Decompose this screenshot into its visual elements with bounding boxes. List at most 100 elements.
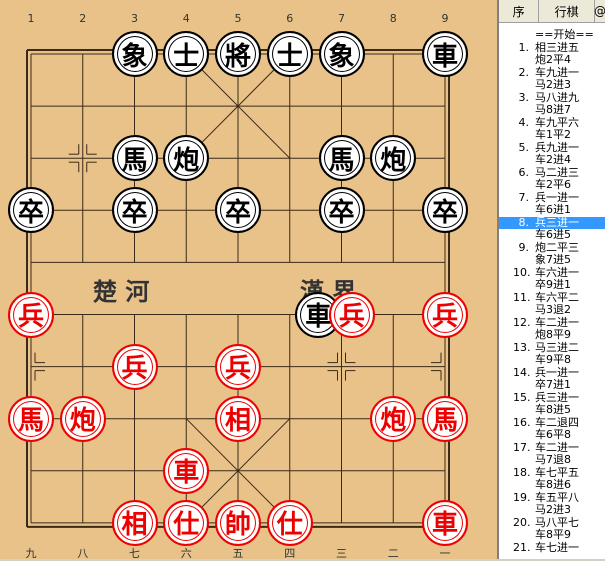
move-list-panel[interactable]: 序 行棋 @ ==开始== 1. 相三进五 炮2平4 2. 车九进一 马2进3 3. 马八进九马… — [497, 0, 605, 559]
move-list-item[interactable]: 3. 马八进九 — [499, 90, 605, 104]
move-text: 马二进三 — [535, 165, 579, 179]
move-text: 车2进4 — [535, 153, 571, 166]
move-list-item[interactable]: 马3退2 — [499, 304, 605, 316]
move-list-item[interactable]: 15. 兵三进一 — [499, 391, 605, 404]
move-list-item[interactable]: ==开始== — [499, 29, 605, 41]
move-list-item[interactable]: 7. 兵一进一 — [499, 190, 605, 204]
move-list-item[interactable]: 车9平8 — [499, 354, 605, 366]
move-list-item[interactable]: 13. 马三进二 — [499, 340, 605, 354]
red-cannon-2[interactable]: 炮 — [59, 395, 106, 442]
move-list-item[interactable]: 车6进5 — [499, 229, 605, 241]
move-list-item[interactable]: 4. 车九平六 — [499, 116, 605, 129]
move-list-item[interactable]: 8. 兵三进一 — [499, 216, 605, 229]
move-text: 炮2平4 — [535, 53, 571, 66]
red-elephant-5[interactable]: 相 — [215, 395, 261, 442]
move-list-item[interactable]: 18. 车七平五 — [499, 465, 605, 479]
move-list-item[interactable]: 车1平2 — [499, 129, 605, 141]
red-advisor-6[interactable]: 仕 — [266, 499, 313, 546]
black-elephant-3[interactable]: 象 — [111, 31, 158, 77]
red-advisor-4[interactable]: 仕 — [163, 499, 210, 546]
black-advisor-4[interactable]: 士 — [163, 31, 210, 77]
red-chariot-4[interactable]: 車 — [163, 447, 210, 494]
move-list-item[interactable]: 车8进5 — [499, 404, 605, 416]
red-soldier-7[interactable]: 兵 — [328, 291, 375, 338]
move-list-item[interactable]: 车2进4 — [499, 154, 605, 166]
red-cannon-8[interactable]: 炮 — [370, 395, 417, 442]
move-number: 6. — [518, 165, 530, 179]
move-list-header: 序 行棋 @ — [499, 0, 605, 23]
move-list-item[interactable]: 16. 车二退四 — [499, 416, 605, 429]
black-soldier-3[interactable]: 卒 — [111, 187, 158, 234]
move-list-item[interactable]: 马8进7 — [499, 104, 605, 116]
column-header-at[interactable]: @ — [594, 0, 605, 22]
move-text: 炮二平三 — [535, 240, 579, 254]
red-horse-1[interactable]: 馬 — [8, 395, 54, 442]
move-text: 车9平8 — [535, 353, 571, 366]
black-general[interactable]: 將 — [215, 31, 261, 77]
move-number: 9. — [518, 240, 530, 254]
red-chariot-9[interactable]: 車 — [422, 499, 468, 546]
move-list-item[interactable]: 马7退8 — [499, 454, 605, 466]
move-list-item[interactable]: 马2进3 — [499, 504, 605, 516]
move-number: 3. — [518, 90, 530, 104]
red-soldier-5[interactable]: 兵 — [215, 343, 261, 390]
red-general[interactable]: 帥 — [215, 499, 261, 546]
file-number-top: 4 — [182, 12, 190, 25]
move-list-item[interactable]: 11. 车六平二 — [499, 291, 605, 304]
red-soldier-3[interactable]: 兵 — [111, 343, 158, 390]
move-list-item[interactable]: 10. 车六进一 — [499, 266, 605, 279]
move-number: 20. — [513, 515, 531, 529]
move-list-item[interactable]: 车8平9 — [499, 529, 605, 541]
column-header-seq[interactable]: 序 — [499, 0, 540, 22]
black-elephant-7[interactable]: 象 — [318, 31, 365, 77]
red-horse-9[interactable]: 馬 — [422, 395, 468, 442]
column-header-moves[interactable]: 行棋 — [539, 0, 595, 22]
move-text: 车6进5 — [535, 228, 571, 241]
move-list-item[interactable]: 12. 车二进一 — [499, 316, 605, 329]
move-text: 兵一进一 — [535, 190, 579, 204]
move-number: 18. — [513, 465, 531, 479]
move-list-item[interactable]: 20. 马八平七 — [499, 515, 605, 529]
move-list-item[interactable]: 炮2平4 — [499, 54, 605, 66]
move-text: 卒7进1 — [535, 378, 571, 391]
move-list-item[interactable]: 象7进5 — [499, 254, 605, 266]
black-soldier-7[interactable]: 卒 — [318, 187, 365, 234]
black-soldier-9[interactable]: 卒 — [422, 187, 468, 234]
move-list-item[interactable]: 9. 炮二平三 — [499, 240, 605, 254]
move-list-item[interactable]: 卒9进1 — [499, 279, 605, 291]
move-text: 相三进五 — [535, 40, 579, 54]
move-list-item[interactable]: 炮8平9 — [499, 329, 605, 341]
move-list-item[interactable]: 17. 车二进一 — [499, 441, 605, 454]
move-list-item[interactable]: 2. 车九进一 — [499, 65, 605, 79]
move-list-item[interactable]: 车6进1 — [499, 204, 605, 216]
file-number-top: 9 — [441, 12, 449, 25]
red-soldier-9[interactable]: 兵 — [422, 291, 468, 338]
black-chariot-9[interactable]: 車 — [422, 31, 468, 77]
move-list-item[interactable]: 14. 兵一进一 — [499, 366, 605, 379]
file-number-top: 7 — [338, 12, 345, 25]
move-list-item[interactable]: 马2进3 — [499, 79, 605, 91]
move-text: 车五平八 — [535, 490, 579, 504]
move-text: 炮8平9 — [535, 328, 571, 341]
file-number-top: 6 — [286, 12, 294, 25]
black-horse-3[interactable]: 馬 — [111, 135, 158, 182]
black-soldier-1[interactable]: 卒 — [8, 187, 54, 234]
black-advisor-6[interactable]: 士 — [266, 31, 313, 77]
move-list-item[interactable]: 5. 兵九进一 — [499, 141, 605, 154]
red-elephant-3[interactable]: 相 — [111, 499, 158, 546]
black-soldier-5[interactable]: 卒 — [215, 187, 261, 234]
red-soldier-1[interactable]: 兵 — [8, 291, 54, 338]
move-list-item[interactable]: 21. 车七进一 — [499, 541, 605, 554]
move-list-item[interactable]: 车8进6 — [499, 479, 605, 491]
move-list-item[interactable]: 6. 马二进三 — [499, 165, 605, 179]
black-horse-7[interactable]: 馬 — [318, 135, 365, 182]
move-list-item[interactable]: 1. 相三进五 — [499, 40, 605, 54]
move-list-item[interactable]: 卒7进1 — [499, 379, 605, 391]
xiangqi-board[interactable]: 123456789 九八七六五四三二一 楚 河 漢 界 象士將士象車馬炮馬炮卒卒… — [0, 0, 497, 560]
move-list-item[interactable]: 车6平8 — [499, 429, 605, 441]
move-list-item[interactable]: 19. 车五平八 — [499, 490, 605, 504]
move-text: 车8进6 — [535, 478, 571, 491]
move-list-item[interactable]: 车2平6 — [499, 179, 605, 191]
move-number: 2. — [518, 65, 530, 79]
move-text: 马三进二 — [535, 340, 579, 354]
